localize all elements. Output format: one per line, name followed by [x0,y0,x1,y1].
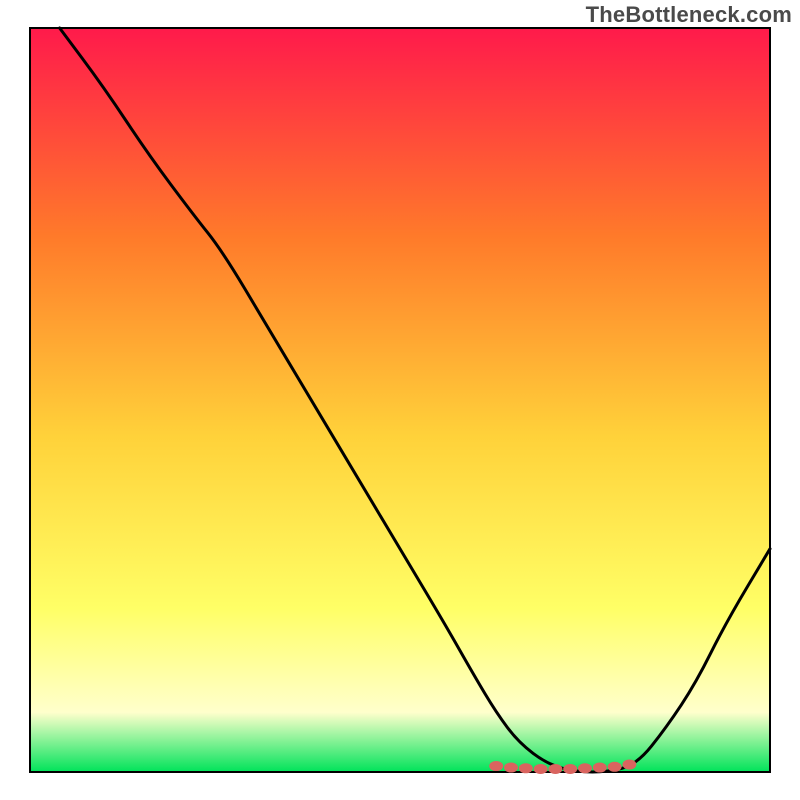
optimal-marker [534,764,548,774]
optimal-marker [548,764,562,774]
optimal-marker [593,763,607,773]
plot-background [30,28,770,772]
watermark-text: TheBottleneck.com [586,2,792,28]
optimal-marker [608,762,622,772]
optimal-marker [563,764,577,774]
optimal-marker [578,763,592,773]
optimal-marker [622,760,636,770]
optimal-marker [519,763,533,773]
chart-container: TheBottleneck.com [0,0,800,800]
optimal-marker [489,761,503,771]
bottleneck-chart [0,0,800,800]
optimal-marker [504,763,518,773]
